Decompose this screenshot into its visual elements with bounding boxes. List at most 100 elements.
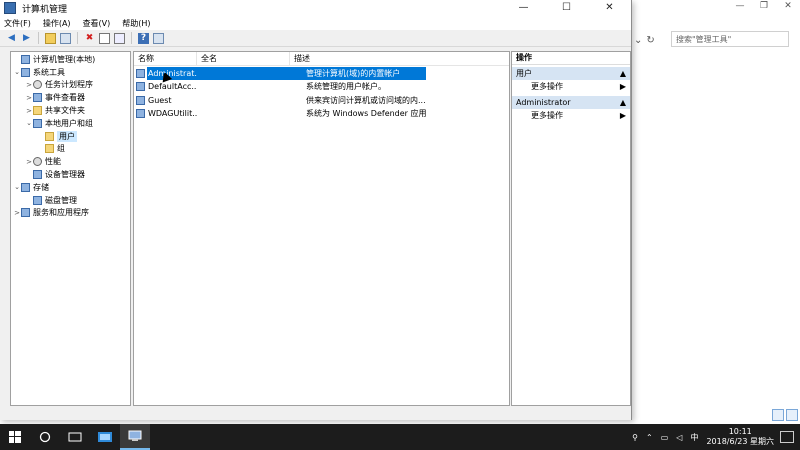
- tree-item[interactable]: 组: [11, 143, 130, 156]
- collapse-up-icon[interactable]: ▲: [620, 96, 626, 109]
- table-row[interactable]: Administrat... 管理计算机(域)的内置帐户: [134, 67, 509, 83]
- tree-item[interactable]: > 任务计划程序: [11, 79, 130, 92]
- actions-section-users[interactable]: 用户 ▲: [512, 67, 630, 80]
- computer-icon: [21, 54, 30, 64]
- tree-item[interactable]: ⌄ 存储: [11, 181, 130, 194]
- cell-fullname: [197, 67, 304, 81]
- cell-name-text: WDAGUtilit...: [148, 108, 197, 118]
- tree-item-label: 系统工具: [33, 67, 65, 77]
- background-minimize-button[interactable]: —: [728, 0, 752, 12]
- ime-indicator[interactable]: 中: [690, 432, 698, 443]
- people-icon[interactable]: ⚲: [632, 433, 638, 442]
- folder-icon: [45, 131, 54, 141]
- expand-arrow-icon[interactable]: ⌄: [13, 183, 21, 191]
- taskbar-app-computer-management[interactable]: [120, 424, 150, 450]
- toolbar-separator: [77, 32, 78, 44]
- close-button[interactable]: ✕: [588, 0, 631, 16]
- network-icon[interactable]: ▭: [661, 433, 669, 442]
- users-groups-icon: [33, 118, 42, 128]
- tree-item[interactable]: > 事件查看器: [11, 91, 130, 104]
- expand-arrow-icon[interactable]: ⌄: [25, 119, 33, 127]
- volume-icon[interactable]: ◁: [676, 433, 682, 442]
- start-button[interactable]: [0, 424, 30, 450]
- delete-icon[interactable]: ✖: [84, 33, 95, 44]
- help-icon[interactable]: ?: [138, 32, 149, 44]
- more-actions-item[interactable]: 更多操作 ▶: [512, 109, 630, 123]
- tree-item-label: 存储: [33, 182, 49, 192]
- tree-item[interactable]: > 性能: [11, 155, 130, 168]
- minimize-button[interactable]: —: [502, 0, 545, 16]
- cell-name-text: DefaultAcc...: [148, 82, 197, 92]
- collapse-up-icon[interactable]: ▲: [620, 67, 626, 80]
- tree-item[interactable]: ⌄ 系统工具: [11, 66, 130, 79]
- forward-arrow-icon[interactable]: ▶: [21, 33, 32, 44]
- action-center-icon[interactable]: [780, 431, 794, 443]
- background-restore-button[interactable]: ❐: [752, 0, 776, 12]
- chevron-down-icon[interactable]: ⌄: [634, 35, 642, 46]
- tree-item-label: 共享文件夹: [45, 106, 85, 116]
- search-cortana-button[interactable]: [30, 424, 60, 450]
- maximize-button[interactable]: ☐: [545, 0, 588, 16]
- properties-icon[interactable]: [99, 32, 110, 44]
- tree-item[interactable]: 用户: [11, 130, 130, 143]
- column-header-name[interactable]: 名称: [134, 52, 197, 65]
- column-header-fullname[interactable]: 全名: [197, 52, 290, 65]
- expand-arrow-icon[interactable]: ⌄: [13, 68, 21, 76]
- chevron-up-icon[interactable]: ⌃: [646, 433, 653, 442]
- menu-file[interactable]: 文件(F): [4, 18, 31, 29]
- refresh-icon[interactable]: ↻: [646, 35, 654, 46]
- tree-item[interactable]: > 服务和应用程序: [11, 207, 130, 220]
- more-actions-label: 更多操作: [531, 82, 563, 91]
- taskbar-app-control-panel[interactable]: [90, 424, 120, 450]
- cell-description: 供来宾访问计算机或访问域的内...: [306, 95, 426, 105]
- back-arrow-icon[interactable]: ◀: [6, 33, 17, 44]
- menu-view[interactable]: 查看(V): [83, 18, 111, 29]
- more-actions-item[interactable]: 更多操作 ▶: [512, 80, 630, 94]
- cell-description: 管理计算机(域)的内置帐户: [304, 67, 426, 81]
- search-input[interactable]: 搜索"管理工具": [671, 31, 789, 47]
- menu-action[interactable]: 操作(A): [43, 18, 71, 29]
- background-address-controls: ⌄ ↻: [634, 32, 664, 48]
- expand-arrow-icon[interactable]: >: [13, 209, 21, 217]
- table-row[interactable]: DefaultAcc... 系统管理的用户帐户。: [134, 80, 509, 93]
- title-bar: 计算机管理 — ☐ ✕: [0, 0, 631, 16]
- task-view-icon: [68, 432, 82, 442]
- table-row[interactable]: Guest 供来宾访问计算机或访问域的内...: [134, 94, 509, 107]
- details-view-button[interactable]: [772, 409, 784, 421]
- background-close-button[interactable]: ✕: [776, 0, 800, 12]
- export-list-icon[interactable]: [114, 32, 125, 44]
- cell-name: Guest: [147, 94, 197, 107]
- tree-item[interactable]: 计算机管理(本地): [11, 53, 130, 66]
- show-action-pane-icon[interactable]: [153, 32, 164, 44]
- table-row[interactable]: WDAGUtilit... 系统为 Windows Defender 应用...: [134, 107, 509, 120]
- tree-item[interactable]: > 共享文件夹: [11, 104, 130, 117]
- cell-description: 系统管理的用户帐户。: [306, 82, 386, 92]
- tree-item[interactable]: ⌄ 本地用户和组: [11, 117, 130, 130]
- show-hide-tree-icon[interactable]: [60, 32, 71, 44]
- background-window-controls: — ❐ ✕: [728, 0, 800, 12]
- column-header-description[interactable]: 描述: [290, 52, 420, 65]
- tree-item[interactable]: 设备管理器: [11, 168, 130, 181]
- computer-management-taskbar-icon: [128, 430, 142, 441]
- submenu-arrow-icon: ▶: [619, 111, 626, 120]
- large-icons-view-button[interactable]: [786, 409, 798, 421]
- expand-arrow-icon[interactable]: >: [25, 107, 33, 115]
- device-manager-icon: [33, 170, 42, 180]
- actions-section-administrator[interactable]: Administrator ▲: [512, 96, 630, 109]
- menu-bar: 文件(F) 操作(A) 查看(V) 帮助(H): [0, 16, 631, 30]
- control-panel-icon: [98, 432, 112, 442]
- shared-folder-icon: [33, 106, 42, 116]
- up-folder-icon[interactable]: [45, 32, 56, 44]
- submenu-arrow-icon: ▶: [619, 82, 626, 91]
- user-icon: [136, 82, 145, 92]
- tree-item[interactable]: 磁盘管理: [11, 194, 130, 207]
- clock[interactable]: 10:11 2018/6/23 星期六: [706, 427, 774, 447]
- expand-arrow-icon[interactable]: >: [25, 158, 33, 166]
- task-view-button[interactable]: [60, 424, 90, 450]
- performance-icon: [33, 157, 42, 167]
- tree-item-label: 服务和应用程序: [33, 208, 89, 218]
- menu-help[interactable]: 帮助(H): [122, 18, 150, 29]
- cell-name: DefaultAcc...: [147, 80, 197, 93]
- expand-arrow-icon[interactable]: >: [25, 94, 33, 102]
- expand-arrow-icon[interactable]: >: [25, 81, 33, 89]
